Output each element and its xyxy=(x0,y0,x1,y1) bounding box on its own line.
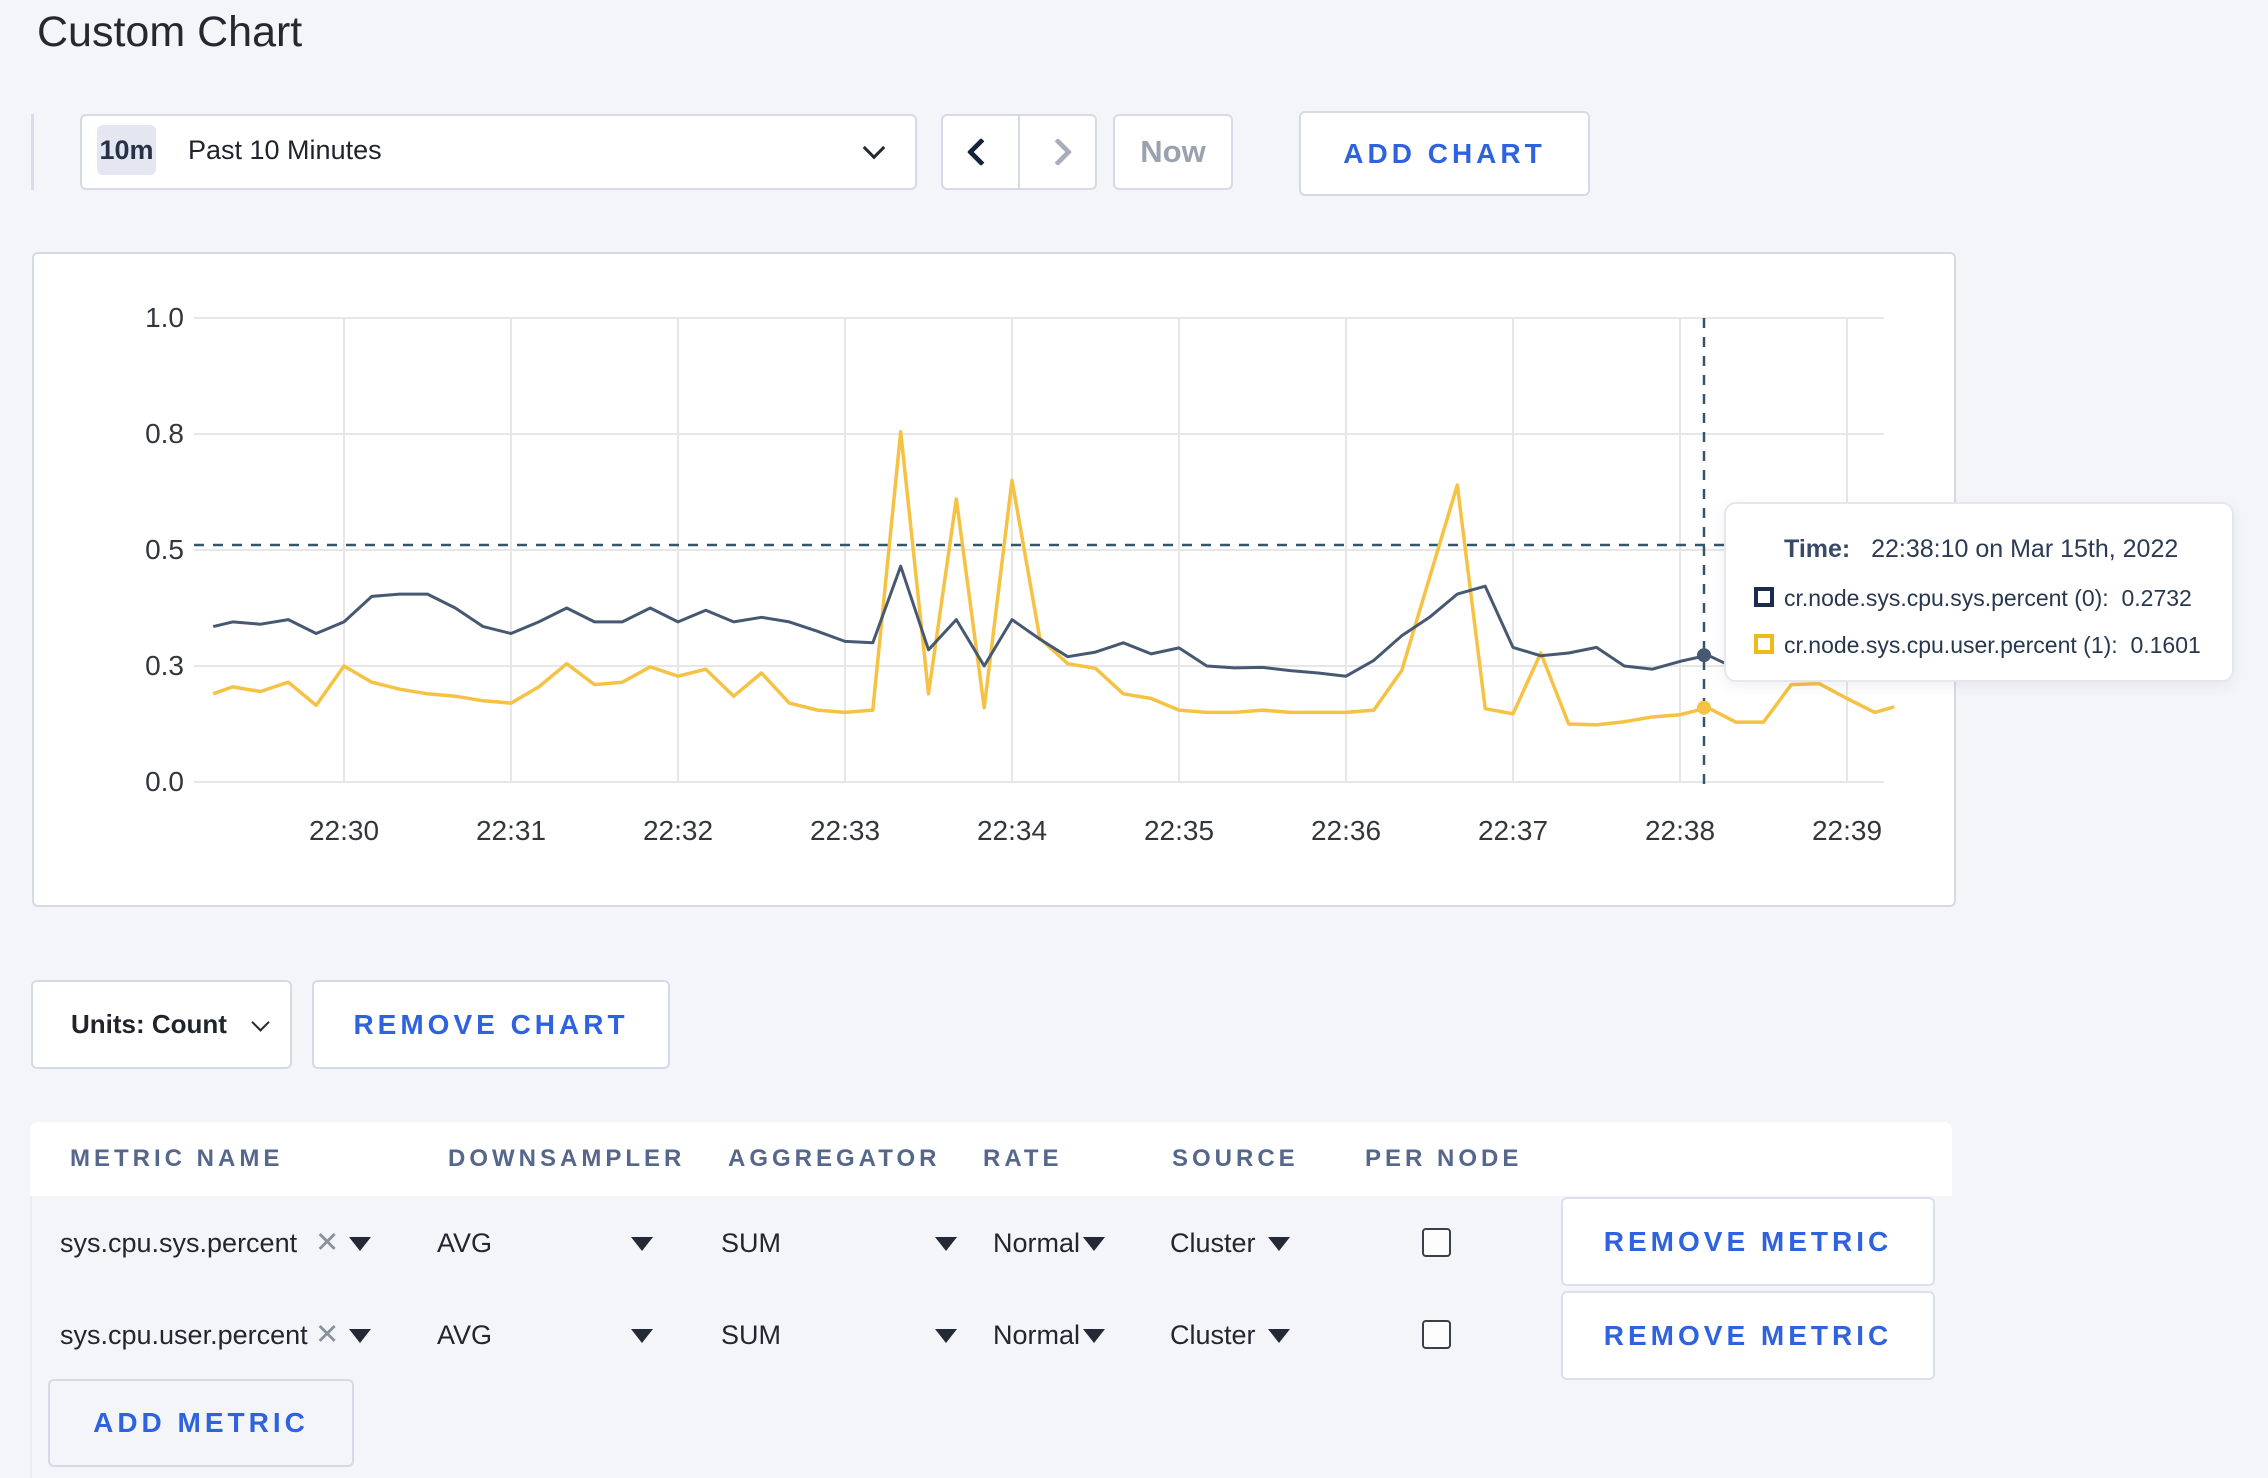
svg-text:22:34: 22:34 xyxy=(977,815,1047,846)
svg-text:22:32: 22:32 xyxy=(643,815,713,846)
svg-text:0.8: 0.8 xyxy=(145,418,184,449)
svg-text:1.0: 1.0 xyxy=(145,302,184,333)
svg-text:22:30: 22:30 xyxy=(309,815,379,846)
svg-text:22:38: 22:38 xyxy=(1645,815,1715,846)
svg-text:22:31: 22:31 xyxy=(476,815,546,846)
svg-text:22:33: 22:33 xyxy=(810,815,880,846)
svg-text:0.5: 0.5 xyxy=(145,534,184,565)
svg-text:22:36: 22:36 xyxy=(1311,815,1381,846)
svg-text:22:39: 22:39 xyxy=(1812,815,1882,846)
svg-text:0.0: 0.0 xyxy=(145,766,184,797)
svg-text:22:37: 22:37 xyxy=(1478,815,1548,846)
svg-text:0.3: 0.3 xyxy=(145,650,184,681)
svg-text:22:35: 22:35 xyxy=(1144,815,1214,846)
